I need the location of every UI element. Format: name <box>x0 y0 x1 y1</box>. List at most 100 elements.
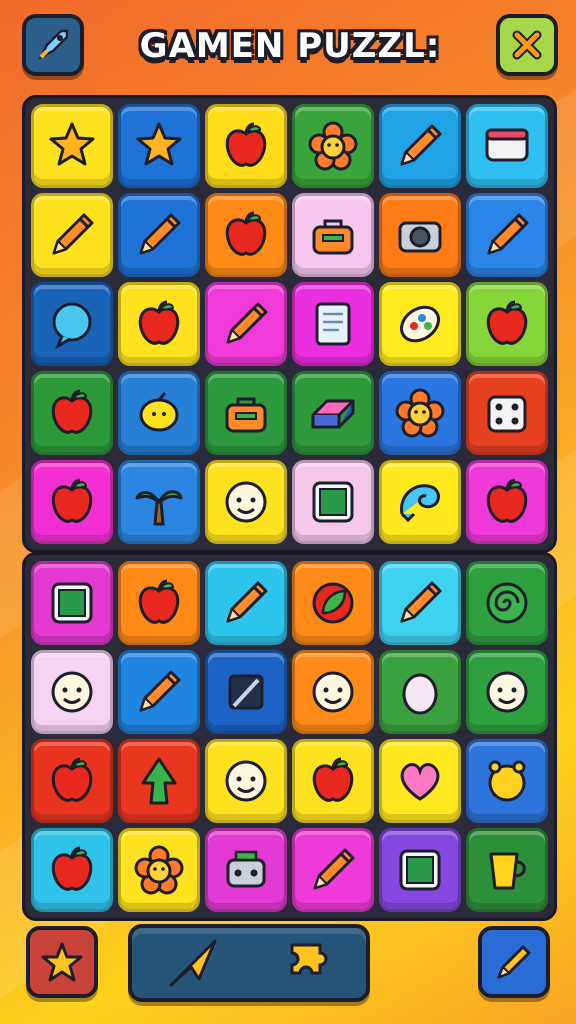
box-icon <box>485 128 529 162</box>
tile[interactable] <box>205 650 287 734</box>
tile[interactable] <box>379 650 461 734</box>
tile[interactable] <box>292 371 374 455</box>
tile[interactable] <box>379 460 461 544</box>
tile[interactable] <box>292 828 374 912</box>
star-icon <box>136 122 182 166</box>
puzzle-board-top <box>22 95 557 553</box>
apple-icon <box>138 300 180 345</box>
pen-icon <box>228 674 264 710</box>
rocket-button[interactable] <box>22 14 84 76</box>
tile[interactable] <box>31 371 113 455</box>
bag-icon <box>225 397 267 433</box>
pencil-icon <box>226 302 268 344</box>
tile[interactable] <box>205 828 287 912</box>
tile[interactable] <box>466 561 548 645</box>
item-tray <box>128 924 370 1002</box>
tile[interactable] <box>205 104 287 188</box>
star-button[interactable] <box>26 926 98 998</box>
dice-icon <box>487 395 527 433</box>
tile[interactable] <box>31 193 113 277</box>
tile[interactable] <box>205 371 287 455</box>
tile[interactable] <box>292 460 374 544</box>
tile[interactable] <box>118 460 200 544</box>
tile[interactable] <box>466 828 548 912</box>
tile[interactable] <box>31 650 113 734</box>
apple-icon <box>312 757 354 802</box>
tile[interactable] <box>379 282 461 366</box>
face-icon <box>225 481 267 523</box>
cup-icon <box>489 852 526 890</box>
apple-icon <box>138 579 180 624</box>
tile[interactable] <box>292 561 374 645</box>
tile[interactable] <box>292 650 374 734</box>
tile[interactable] <box>379 561 461 645</box>
tile[interactable] <box>466 739 548 823</box>
apple-icon <box>486 300 528 345</box>
tile[interactable] <box>379 371 461 455</box>
lemon-icon <box>139 392 179 432</box>
egg-icon <box>402 673 438 715</box>
tile[interactable] <box>205 561 287 645</box>
tile[interactable] <box>31 828 113 912</box>
apple-icon <box>225 122 267 167</box>
tile[interactable] <box>118 193 200 277</box>
arrow-icon[interactable] <box>163 933 223 993</box>
tile[interactable] <box>118 739 200 823</box>
flower-icon <box>395 388 445 438</box>
pencil-icon <box>313 848 355 890</box>
tile[interactable] <box>292 104 374 188</box>
tile[interactable] <box>118 104 200 188</box>
tile[interactable] <box>31 460 113 544</box>
tile[interactable] <box>205 460 287 544</box>
tile[interactable] <box>379 104 461 188</box>
tile[interactable] <box>292 282 374 366</box>
tile[interactable] <box>205 739 287 823</box>
tile[interactable] <box>292 193 374 277</box>
tile[interactable] <box>466 460 548 544</box>
tile[interactable] <box>118 371 200 455</box>
tile[interactable] <box>118 282 200 366</box>
apple-icon <box>486 478 528 523</box>
tile[interactable] <box>466 193 548 277</box>
tile[interactable] <box>31 739 113 823</box>
flower-icon <box>134 845 184 895</box>
tile[interactable] <box>205 193 287 277</box>
tile[interactable] <box>31 104 113 188</box>
tile[interactable] <box>379 193 461 277</box>
pencil-icon <box>400 124 442 166</box>
pencil-icon <box>52 213 94 255</box>
puzzle-icon[interactable] <box>284 937 336 989</box>
robot-icon <box>226 850 266 888</box>
tile[interactable] <box>205 282 287 366</box>
flower-icon <box>308 121 358 171</box>
tile[interactable] <box>118 650 200 734</box>
rocket-icon <box>38 29 69 60</box>
apple-icon <box>51 478 93 523</box>
tile[interactable] <box>118 561 200 645</box>
pencil-icon <box>400 581 442 623</box>
tile[interactable] <box>31 282 113 366</box>
note-icon <box>315 302 351 346</box>
pen-button[interactable] <box>478 926 550 998</box>
tile[interactable] <box>31 561 113 645</box>
tile[interactable] <box>379 828 461 912</box>
close-button[interactable] <box>496 14 558 76</box>
game-title: GAMEN PUZZL: <box>139 26 441 66</box>
tile[interactable] <box>379 739 461 823</box>
close-icon <box>512 30 542 60</box>
tile[interactable] <box>292 739 374 823</box>
pencil-icon <box>226 581 268 623</box>
tile[interactable] <box>466 371 548 455</box>
card-icon <box>51 582 93 624</box>
leaf-icon <box>312 582 354 624</box>
tile[interactable] <box>466 650 548 734</box>
tile[interactable] <box>466 104 548 188</box>
face-icon <box>51 671 93 713</box>
star-icon <box>41 942 83 982</box>
tile[interactable] <box>466 282 548 366</box>
pencil-icon <box>139 213 181 255</box>
eraser-icon <box>311 399 355 429</box>
palm-icon <box>135 490 183 526</box>
face-icon <box>225 760 267 802</box>
tile[interactable] <box>118 828 200 912</box>
